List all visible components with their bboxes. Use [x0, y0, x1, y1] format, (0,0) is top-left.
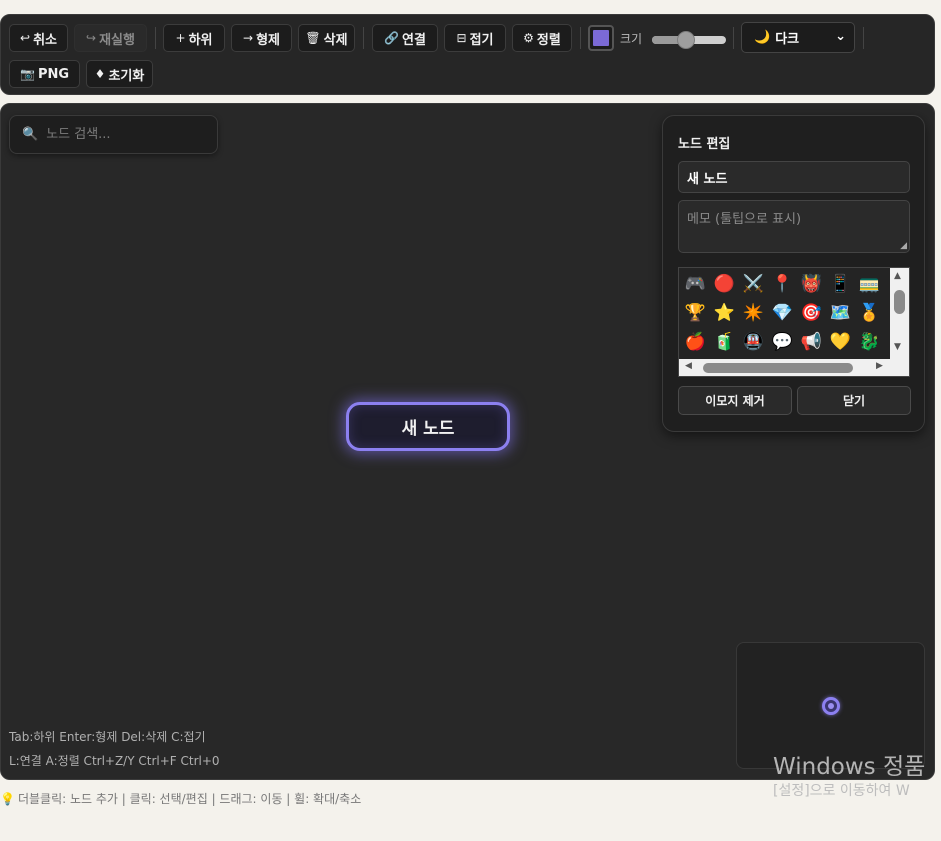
- add-child-label: 하위: [188, 32, 213, 48]
- theme-selected-value: 다크: [775, 32, 800, 47]
- arrow-right-icon: →: [243, 31, 254, 45]
- search-input[interactable]: [46, 127, 197, 142]
- emoji-option[interactable]: 🔴: [710, 270, 739, 299]
- emoji-grid: 🎮 🔴 ⚔️ 📍 👹 📱 🚃 🏆 ⭐ ✴️ 💎 🎯 🗺️ 🏅 🍎 🧃 🚇 💬 📢 💛 🐉: [679, 268, 890, 361]
- toolbar-divider: [863, 27, 864, 49]
- emoji-picker: 🎮 🔴 ⚔️ 📍 👹 📱 🚃 🏆 ⭐ ✴️ 💎 🎯 🗺️ 🏅 🍎 🧃 🚇 💬 📢 💛 🐉 ▲ ▼ ◀ ▶: [678, 267, 910, 377]
- collapse-icon: ⊟: [456, 31, 467, 45]
- mindmap-canvas[interactable]: 🔍 새 노드 노드 편집 새 노드 메모 (툴팁으로 표시) ◢ 🎮🔴⚔️📍👹📱…: [0, 103, 935, 780]
- emoji-option[interactable]: 💬: [768, 328, 797, 357]
- scroll-up-arrow-icon[interactable]: ▲: [894, 271, 901, 281]
- scroll-down-arrow-icon[interactable]: ▼: [894, 342, 901, 352]
- gear-icon: ⚙: [523, 31, 534, 45]
- camera-icon: 📷: [19, 67, 35, 81]
- emoji-option[interactable]: 🚃: [855, 270, 884, 299]
- emoji-option[interactable]: ⚔️: [739, 270, 768, 299]
- mindmap-node[interactable]: 새 노드: [346, 402, 510, 451]
- shortcut-hint-line-1: Tab:하위 Enter:형제 Del:삭제 C:접기: [9, 730, 206, 744]
- collapse-label: 접기: [469, 32, 494, 48]
- emoji-option[interactable]: 🎮: [681, 270, 710, 299]
- emoji-option[interactable]: 🧃: [710, 328, 739, 357]
- footer-hint-text: 더블클릭: 노드 추가 | 클릭: 선택/편집 | 드래그: 이동 | 휠: 확…: [17, 792, 362, 806]
- toolbar-divider: [733, 27, 734, 49]
- memo-textarea[interactable]: 메모 (툴팁으로 표시) ◢: [678, 200, 910, 253]
- remove-emoji-button[interactable]: 이모지 제거: [678, 386, 792, 415]
- emoji-vertical-scrollbar[interactable]: ▲ ▼: [890, 268, 909, 361]
- emoji-option[interactable]: 📍: [768, 270, 797, 299]
- emoji-option[interactable]: 💎: [768, 299, 797, 328]
- plus-icon: +: [175, 31, 186, 45]
- reset-button[interactable]: ♦ 초기화: [86, 60, 153, 88]
- emoji-option[interactable]: 🗺️: [826, 299, 855, 328]
- node-color-picker[interactable]: [588, 25, 614, 51]
- connect-label: 연결: [402, 32, 426, 48]
- connect-button[interactable]: 🔗 연결: [372, 24, 438, 52]
- emoji-option[interactable]: 💛: [826, 328, 855, 357]
- emoji-option[interactable]: 📢: [797, 328, 826, 357]
- moon-icon: 🌙: [754, 30, 771, 45]
- undo-icon: ↩: [20, 31, 31, 45]
- emoji-option[interactable]: ⭐: [710, 299, 739, 328]
- reset-label: 초기화: [108, 68, 145, 84]
- emoji-option[interactable]: 🎯: [797, 299, 826, 328]
- memo-placeholder: 메모 (툴팁으로 표시): [687, 212, 802, 227]
- link-icon: 🔗: [384, 31, 400, 45]
- redo-button[interactable]: ↪ 재실행: [74, 24, 147, 52]
- undo-label: 취소: [33, 32, 57, 48]
- collapse-button[interactable]: ⊟ 접기: [444, 24, 506, 52]
- node-edit-panel: 노드 편집 새 노드 메모 (툴팁으로 표시) ◢ 🎮 🔴 ⚔️ 📍 👹 📱 🚃 🏆 ⭐ ✴️ 💎 🎯…: [662, 115, 925, 432]
- resize-grip-icon[interactable]: ◢: [900, 241, 907, 251]
- close-panel-button[interactable]: 닫기: [797, 386, 911, 415]
- toolbar-divider: [363, 27, 364, 49]
- chevron-down-icon: ⌄: [835, 29, 846, 44]
- size-slider-thumb[interactable]: [677, 31, 696, 49]
- toolbar: ↩ 취소 ↪ 재실행 + 하위 → 형제 🗑 삭제 🔗 연결 ⊟ 접기 ⚙ 정렬…: [0, 14, 935, 95]
- emoji-option[interactable]: 🏅: [855, 299, 884, 328]
- lightbulb-icon: 💡: [0, 791, 15, 806]
- windows-activation-watermark-subtitle: [설정]으로 이동하여 W: [773, 783, 910, 799]
- minimap-node-marker: [822, 697, 840, 715]
- redo-icon: ↪: [86, 31, 97, 45]
- theme-select[interactable]: 🌙 다크 ⌄: [741, 22, 855, 53]
- undo-button[interactable]: ↩ 취소: [9, 24, 68, 52]
- panel-title: 노드 편집: [678, 137, 731, 152]
- delete-label: 삭제: [323, 32, 348, 48]
- emoji-option[interactable]: ✴️: [739, 299, 768, 328]
- emoji-option[interactable]: 🚇: [739, 328, 768, 357]
- toolbar-divider: [155, 27, 156, 49]
- add-child-button[interactable]: + 하위: [163, 24, 225, 52]
- arrange-label: 정렬: [536, 32, 561, 48]
- trash-icon: 🗑: [305, 31, 321, 45]
- toolbar-divider: [580, 27, 581, 49]
- redo-label: 재실행: [99, 32, 135, 48]
- export-png-label: PNG: [37, 66, 70, 82]
- emoji-option[interactable]: 🏆: [681, 299, 710, 328]
- export-png-button[interactable]: 📷 PNG: [9, 60, 80, 88]
- footer-hint: 💡 더블클릭: 노드 추가 | 클릭: 선택/편집 | 드래그: 이동 | 휠:…: [0, 790, 361, 807]
- vertical-scroll-thumb[interactable]: [894, 290, 905, 314]
- add-sibling-label: 형제: [256, 32, 280, 48]
- emoji-option[interactable]: 👹: [797, 270, 826, 299]
- emoji-option[interactable]: 🐉: [855, 328, 884, 357]
- size-slider[interactable]: [652, 31, 726, 49]
- search-icon: 🔍: [22, 127, 39, 142]
- color-swatch-fill: [593, 30, 609, 46]
- node-name-input[interactable]: 새 노드: [678, 161, 910, 193]
- shortcut-hint-line-2: L:연결 A:정렬 Ctrl+Z/Y Ctrl+F Ctrl+0: [9, 754, 220, 768]
- scroll-right-arrow-icon[interactable]: ▶: [876, 361, 883, 371]
- search-box: 🔍: [9, 115, 218, 154]
- add-sibling-button[interactable]: → 형제: [231, 24, 292, 52]
- horizontal-scroll-thumb[interactable]: [703, 363, 853, 373]
- windows-activation-watermark-title: Windows 정품: [773, 754, 926, 780]
- delete-button[interactable]: 🗑 삭제: [298, 24, 355, 52]
- arrange-button[interactable]: ⚙ 정렬: [512, 24, 572, 52]
- emoji-horizontal-scrollbar[interactable]: ◀ ▶: [679, 359, 909, 376]
- scroll-left-arrow-icon[interactable]: ◀: [685, 361, 692, 371]
- reset-icon: ♦: [94, 67, 106, 81]
- size-label: 크기: [620, 32, 643, 46]
- emoji-option[interactable]: 📱: [826, 270, 855, 299]
- emoji-option[interactable]: 🍎: [681, 328, 710, 357]
